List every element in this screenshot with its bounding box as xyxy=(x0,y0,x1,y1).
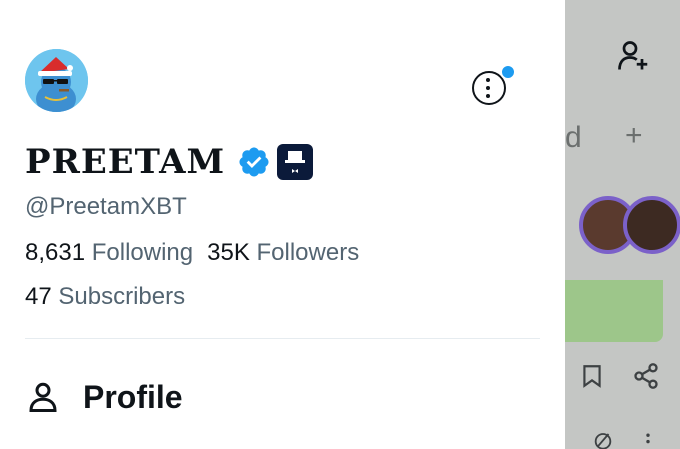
name-row: PREETAM xyxy=(25,140,314,184)
following-label: Following xyxy=(91,239,194,266)
more-dots-icon xyxy=(486,78,491,102)
more-vertical-icon[interactable] xyxy=(643,432,653,449)
followers-label: Followers xyxy=(256,239,360,266)
verified-badge-icon xyxy=(239,147,269,177)
add-icon[interactable]: + xyxy=(625,119,643,153)
side-drawer: PREETAM @PreetamXBT 8,631 Following 35K … xyxy=(0,0,565,449)
background-timeline[interactable]: d + xyxy=(565,0,680,449)
share-icon[interactable] xyxy=(632,362,660,390)
display-name: PREETAM xyxy=(25,142,226,182)
subscribers-count: 47 xyxy=(25,283,52,310)
notification-dot xyxy=(500,64,516,80)
person-icon xyxy=(29,382,57,412)
following-count: 8,631 xyxy=(25,239,86,266)
menu-item-profile[interactable]: Profile xyxy=(25,372,183,422)
subscribers-label: Subscribers xyxy=(58,283,186,310)
menu-item-label: Profile xyxy=(83,378,183,415)
divider xyxy=(25,338,540,339)
bear-avatar-icon xyxy=(25,49,88,112)
subscribers-link[interactable]: 47 Subscribers xyxy=(25,283,185,311)
user-handle: @PreetamXBT xyxy=(25,193,187,220)
avatar[interactable] xyxy=(25,49,88,112)
follow-user-icon xyxy=(618,41,648,70)
followers-count: 35K xyxy=(207,239,250,266)
followers-link[interactable]: 35K Followers xyxy=(207,239,359,267)
partial-text: d xyxy=(565,121,582,154)
affiliate-badge-icon[interactable] xyxy=(277,144,314,180)
avatar[interactable] xyxy=(623,196,680,254)
bookmark-icon[interactable] xyxy=(579,362,605,390)
media-card[interactable] xyxy=(565,280,663,342)
following-link[interactable]: 8,631 Following xyxy=(25,239,193,267)
follow-stats: 8,631 Following 35K Followers xyxy=(25,239,359,267)
circle-slash-icon[interactable] xyxy=(592,430,614,449)
